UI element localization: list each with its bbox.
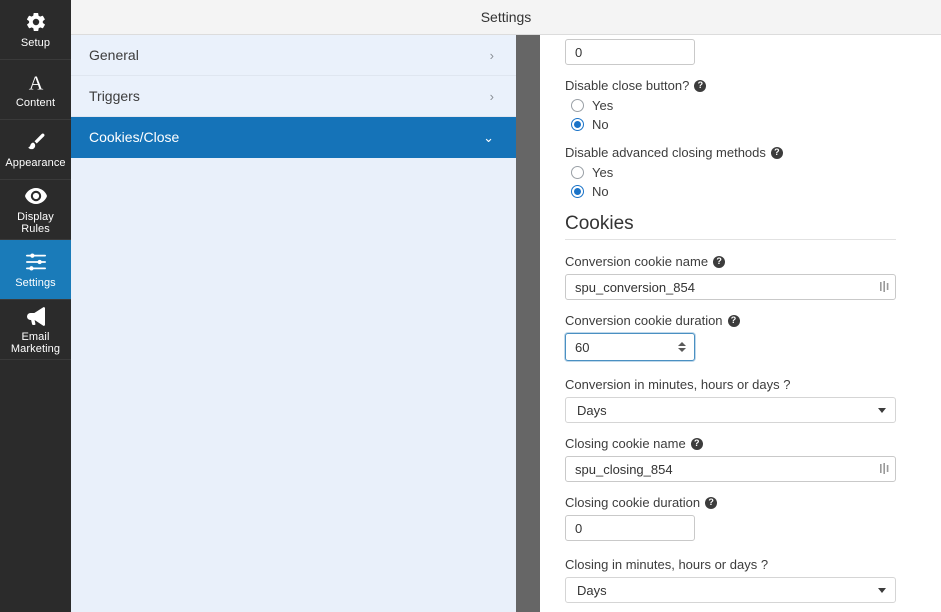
brush-icon [25, 130, 47, 154]
closing-cookie-duration-input[interactable]: 0 [565, 515, 695, 541]
accordion-item-triggers[interactable]: Triggers › [71, 76, 516, 117]
sidebar-item-label: Content [15, 97, 56, 109]
radio-label: Yes [592, 165, 614, 180]
megaphone-icon [24, 304, 48, 328]
label-text: Conversion cookie duration [565, 313, 723, 328]
closing-cookie-name-label: Closing cookie name ? [565, 436, 896, 451]
input-value: 0 [575, 520, 583, 536]
chevron-down-icon[interactable]: ⌄ [483, 131, 494, 144]
accordion-item-general[interactable]: General › [71, 35, 516, 76]
letter-a-icon: A [25, 70, 47, 94]
cookies-section-title: Cookies [565, 213, 634, 234]
chevron-right-icon[interactable]: › [490, 90, 494, 103]
radio-label: No [592, 117, 609, 132]
label-text: Closing cookie duration [565, 495, 701, 510]
help-icon[interactable]: ? [770, 146, 783, 159]
page-title: Settings [480, 9, 532, 25]
chevron-down-icon[interactable] [878, 587, 886, 593]
input-value: 60 [575, 339, 590, 355]
sidebar-item-display-rules[interactable]: Display Rules [0, 180, 71, 240]
input-value: spu_conversion_854 [575, 279, 695, 295]
stepper-down-icon[interactable] [678, 348, 686, 352]
input-value: spu_closing_854 [575, 461, 673, 477]
disable-close-button-label: Disable close button? ? [565, 78, 896, 93]
close-automatically-input[interactable]: 0 [565, 39, 695, 65]
help-icon[interactable]: ? [713, 255, 726, 268]
label-text: Closing in minutes, hours or days ? [565, 557, 769, 572]
sidebar-item-setup[interactable]: Setup [0, 0, 71, 60]
radio-label: No [592, 184, 609, 199]
number-stepper[interactable] [678, 342, 692, 352]
input-value: 0 [575, 44, 583, 60]
chevron-right-icon[interactable]: › [490, 49, 494, 62]
sidebar-item-label: Email [21, 331, 50, 343]
select-value: Days [577, 402, 607, 418]
help-icon[interactable]: ? [694, 79, 707, 92]
sidebar-item-label: Setup [20, 37, 51, 49]
sidebar-item-email-marketing[interactable]: Email Marketing [0, 300, 71, 360]
conversion-cookie-name-input[interactable]: spu_conversion_854 [565, 274, 896, 300]
sidebar-item-label: Rules [21, 223, 50, 235]
help-icon[interactable]: ? [690, 437, 703, 450]
closing-cookie-duration-label: Closing cookie duration ? [565, 495, 896, 510]
label-text: Conversion cookie name [565, 254, 709, 269]
settings-accordion-panel: General › Triggers › Cookies/Close ⌄ [71, 35, 516, 612]
radio-icon[interactable] [571, 166, 584, 179]
closing-unit-select[interactable]: Days [565, 577, 896, 603]
sidebar-item-settings[interactable]: Settings [0, 240, 71, 300]
cookies-close-form: Close automatically 0 Disable close butt… [540, 28, 941, 612]
conversion-cookie-name-label: Conversion cookie name ? [565, 254, 896, 269]
conversion-cookie-duration-input[interactable]: 60 [565, 333, 695, 361]
accordion-item-label: Triggers [89, 88, 140, 104]
accordion-item-label: General [89, 47, 139, 63]
sidebar-item-label: Marketing [10, 343, 61, 355]
accordion-item-label: Cookies/Close [89, 129, 180, 145]
label-text: Disable advanced closing methods [565, 145, 766, 160]
primary-sidebar: Setup A Content Appearance Display Rules… [0, 0, 71, 612]
disable-advanced-closing-option-yes[interactable]: Yes [571, 165, 896, 180]
radio-icon-selected[interactable] [571, 118, 584, 131]
disable-close-button-option-no[interactable]: No [571, 117, 896, 132]
gear-icon [25, 10, 47, 34]
sidebar-item-label: Settings [15, 277, 56, 289]
section-divider [565, 239, 896, 240]
radio-icon[interactable] [571, 99, 584, 112]
disable-advanced-closing-option-no[interactable]: No [571, 184, 896, 199]
closing-cookie-name-input[interactable]: spu_closing_854 [565, 456, 896, 482]
panel-scrollbar[interactable] [516, 28, 540, 612]
sliders-icon [25, 250, 47, 274]
conversion-unit-label: Conversion in minutes, hours or days ? [565, 377, 896, 392]
sidebar-item-label: Display [17, 211, 54, 223]
closing-unit-label: Closing in minutes, hours or days ? [565, 557, 896, 572]
svg-text:A: A [28, 72, 43, 93]
sidebar-item-content[interactable]: A Content [0, 60, 71, 120]
label-text: Disable close button? [565, 78, 690, 93]
sidebar-item-label: Appearance [5, 157, 66, 169]
eye-icon [24, 184, 48, 208]
select-value: Days [577, 582, 607, 598]
resize-grip-icon[interactable] [880, 281, 889, 293]
help-icon[interactable]: ? [705, 496, 718, 509]
conversion-cookie-duration-label: Conversion cookie duration ? [565, 313, 896, 328]
radio-icon-selected[interactable] [571, 185, 584, 198]
app-root: Setup A Content Appearance Display Rules… [0, 0, 941, 612]
chevron-down-icon[interactable] [878, 407, 886, 413]
resize-grip-icon[interactable] [880, 463, 889, 475]
disable-close-button-option-yes[interactable]: Yes [571, 98, 896, 113]
accordion-item-cookies-close[interactable]: Cookies/Close ⌄ [71, 117, 516, 158]
disable-advanced-closing-label: Disable advanced closing methods ? [565, 145, 896, 160]
conversion-unit-select[interactable]: Days [565, 397, 896, 423]
sidebar-item-appearance[interactable]: Appearance [0, 120, 71, 180]
help-icon[interactable]: ? [727, 314, 740, 327]
label-text: Conversion in minutes, hours or days ? [565, 377, 791, 392]
window-header: Settings [71, 0, 941, 35]
label-text: Closing cookie name [565, 436, 686, 451]
stepper-up-icon[interactable] [678, 342, 686, 346]
radio-label: Yes [592, 98, 614, 113]
